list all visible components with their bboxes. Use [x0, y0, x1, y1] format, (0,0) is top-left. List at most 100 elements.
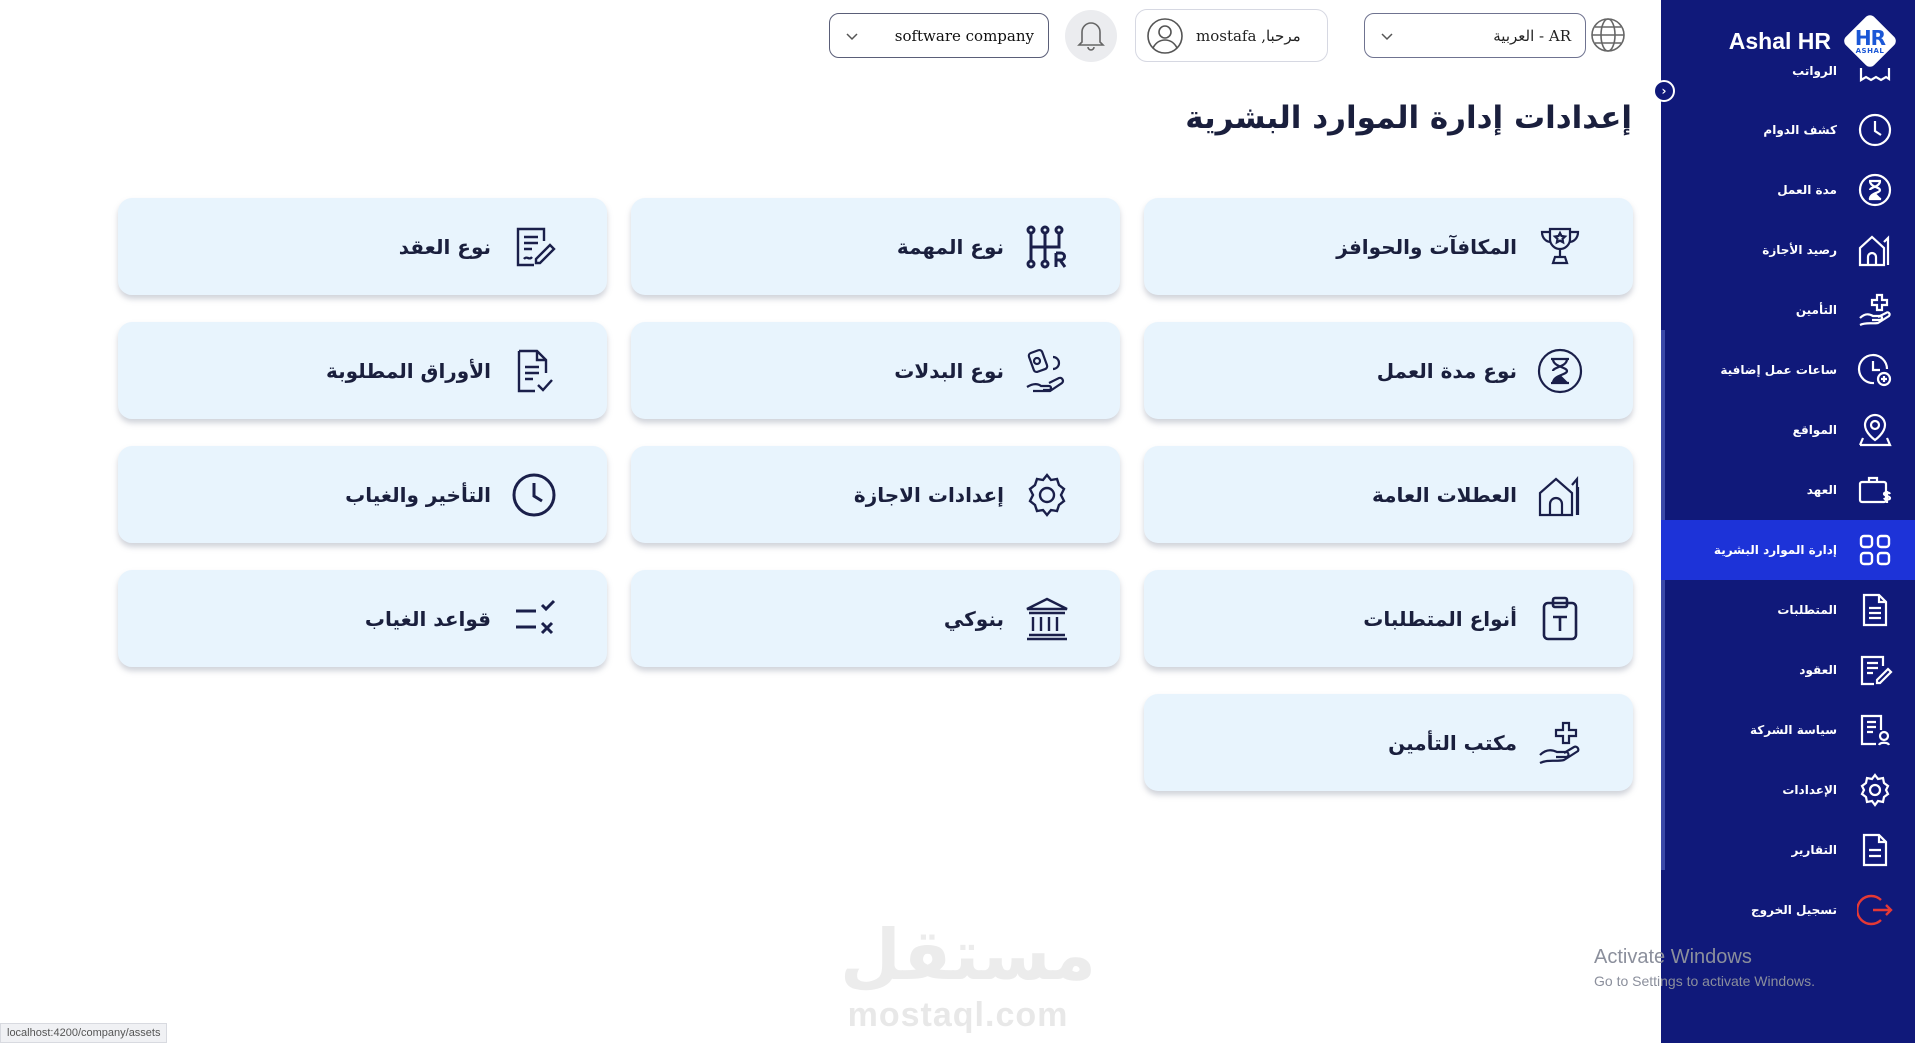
card-label: إعدادات الاجازة — [853, 482, 1004, 507]
card-label: نوع المهمة — [896, 234, 1004, 259]
page-title: إعدادات إدارة الموارد البشرية — [1185, 100, 1632, 136]
card-label: العطلات العامة — [1371, 482, 1517, 507]
card-label: نوع العقد — [398, 234, 491, 259]
contract-icon — [1855, 650, 1895, 690]
watermark-latin: mostaql.com — [847, 996, 1069, 1034]
watermark-arabic: مستقل — [840, 914, 1097, 996]
overtime-clock-icon — [1855, 350, 1895, 390]
company-value: software company — [894, 26, 1034, 45]
gear-icon — [1022, 470, 1072, 520]
card-leave-settings[interactable]: إعدادات الاجازة — [631, 446, 1120, 543]
card-label: التأخير والغياب — [345, 482, 491, 507]
activate-windows-notice: Activate Windows Go to Settings to activ… — [1594, 946, 1815, 989]
sidebar-item-insurance[interactable]: التأمين — [1661, 280, 1915, 340]
sidebar-item-label: العقود — [1799, 663, 1837, 677]
user-menu[interactable]: مرحبا, mostafa — [1135, 9, 1328, 62]
brand[interactable]: HR ASHAL Ashal HR — [1729, 12, 1899, 70]
card-label: المكافآت والحوافز — [1336, 234, 1517, 259]
insurance-hand-icon — [1535, 718, 1585, 768]
card-insurance-office[interactable]: مكتب التأمين — [1144, 694, 1633, 791]
trophy-icon — [1535, 222, 1585, 272]
sidebar-item-contracts[interactable]: العقود — [1661, 640, 1915, 700]
sidebar-item-reports[interactable]: التقارير — [1661, 820, 1915, 880]
card-label: مكتب التأمين — [1388, 730, 1517, 755]
company-select[interactable]: software company — [829, 13, 1049, 58]
briefcase-dollar-icon — [1855, 470, 1895, 510]
card-absence-rules[interactable]: قواعد الغياب — [118, 570, 607, 667]
bell-icon — [1074, 17, 1108, 55]
house-icon — [1855, 230, 1895, 270]
chevron-right-icon: › — [1661, 84, 1667, 98]
clock-icon — [509, 470, 559, 520]
sidebar-item-work-duration[interactable]: مدة العمل — [1661, 160, 1915, 220]
sidebar-item-label: مدة العمل — [1777, 183, 1837, 197]
globe-icon[interactable] — [1589, 16, 1627, 54]
document-check-icon — [509, 346, 559, 396]
location-pin-icon — [1855, 410, 1895, 450]
card-allowance-type[interactable]: نوع البدلات — [631, 322, 1120, 419]
card-label: نوع البدلات — [894, 358, 1004, 383]
holiday-house-icon — [1535, 470, 1585, 520]
language-select[interactable]: العربية - AR — [1364, 13, 1586, 58]
sidebar-item-leave-balance[interactable]: رصيد الأجازة — [1661, 220, 1915, 280]
sidebar-item-label: تسجيل الخروج — [1751, 903, 1837, 917]
chevron-down-icon — [844, 28, 860, 44]
hourglass-icon — [1855, 170, 1895, 210]
card-required-documents[interactable]: الأوراق المطلوبة — [118, 322, 607, 419]
sidebar: HR ASHAL Ashal HR الرواتب كشف الدوام مدة … — [1661, 0, 1915, 1043]
sidebar-item-custody[interactable]: العهد — [1661, 460, 1915, 520]
sidebar-item-label: إدارة الموارد البشرية — [1713, 543, 1837, 557]
card-task-type[interactable]: نوع المهمة — [631, 198, 1120, 295]
logout-icon — [1855, 890, 1895, 930]
card-label: الأوراق المطلوبة — [326, 358, 491, 383]
activate-title: Activate Windows — [1594, 946, 1752, 968]
chevron-down-icon — [1379, 28, 1395, 44]
card-contract-type[interactable]: نوع العقد — [118, 198, 607, 295]
policy-icon — [1855, 710, 1895, 750]
sidebar-item-locations[interactable]: المواقع — [1661, 400, 1915, 460]
sidebar-item-label: المواقع — [1792, 423, 1837, 437]
activate-subtitle: Go to Settings to activate Windows. — [1594, 973, 1815, 989]
card-delay-absence[interactable]: التأخير والغياب — [118, 446, 607, 543]
bank-icon — [1022, 594, 1072, 644]
rules-check-icon — [509, 594, 559, 644]
language-value: العربية - AR — [1493, 26, 1571, 45]
card-rewards-incentives[interactable]: المكافآت والحوافز — [1144, 198, 1633, 295]
sidebar-item-label: الإعدادات — [1782, 783, 1837, 797]
card-label: بنوكي — [943, 606, 1004, 631]
hourglass-icon — [1535, 346, 1585, 396]
sidebar-item-settings[interactable]: الإعدادات — [1661, 760, 1915, 820]
sidebar-item-attendance[interactable]: كشف الدوام — [1661, 100, 1915, 160]
sidebar-item-label: العهد — [1806, 483, 1837, 497]
clock-icon — [1855, 110, 1895, 150]
card-work-duration-type[interactable]: نوع مدة العمل — [1144, 322, 1633, 419]
sidebar-item-label: التقارير — [1791, 843, 1837, 857]
sidebar-collapse-button[interactable]: › — [1653, 80, 1675, 102]
payroll-icon — [1855, 64, 1895, 104]
insurance-hand-icon — [1855, 290, 1895, 330]
sidebar-item-payroll[interactable]: الرواتب — [1661, 64, 1915, 100]
gear-icon — [1855, 770, 1895, 810]
sidebar-item-label: ساعات عمل إضافية — [1720, 363, 1837, 377]
card-public-holidays[interactable]: العطلات العامة — [1144, 446, 1633, 543]
sidebar-item-label: كشف الدوام — [1763, 123, 1837, 137]
contract-edit-icon — [509, 222, 559, 272]
grid-icon — [1855, 530, 1895, 570]
sidebar-item-label: الرواتب — [1792, 64, 1837, 78]
notifications-button[interactable] — [1065, 10, 1117, 62]
brand-logo: HR ASHAL — [1841, 12, 1899, 70]
sidebar-item-hr-management[interactable]: إدارة الموارد البشرية — [1661, 520, 1915, 580]
sidebar-item-overtime[interactable]: ساعات عمل إضافية — [1661, 340, 1915, 400]
sidebar-item-label: التأمين — [1795, 303, 1837, 317]
browser-status-url: localhost:4200/company/assets — [0, 1023, 168, 1043]
card-my-banks[interactable]: بنوكي — [631, 570, 1120, 667]
sidebar-item-requirements[interactable]: المتطلبات — [1661, 580, 1915, 640]
allowance-icon — [1022, 346, 1072, 396]
card-label: أنواع المتطلبات — [1363, 606, 1517, 631]
card-label: نوع مدة العمل — [1376, 358, 1517, 383]
sidebar-item-company-policy[interactable]: سياسة الشركة — [1661, 700, 1915, 760]
sidebar-item-label: رصيد الأجازة — [1762, 243, 1837, 257]
sidebar-item-logout[interactable]: تسجيل الخروج — [1661, 880, 1915, 940]
card-requirement-types[interactable]: أنواع المتطلبات — [1144, 570, 1633, 667]
user-greeting: مرحبا, mostafa — [1196, 26, 1301, 45]
